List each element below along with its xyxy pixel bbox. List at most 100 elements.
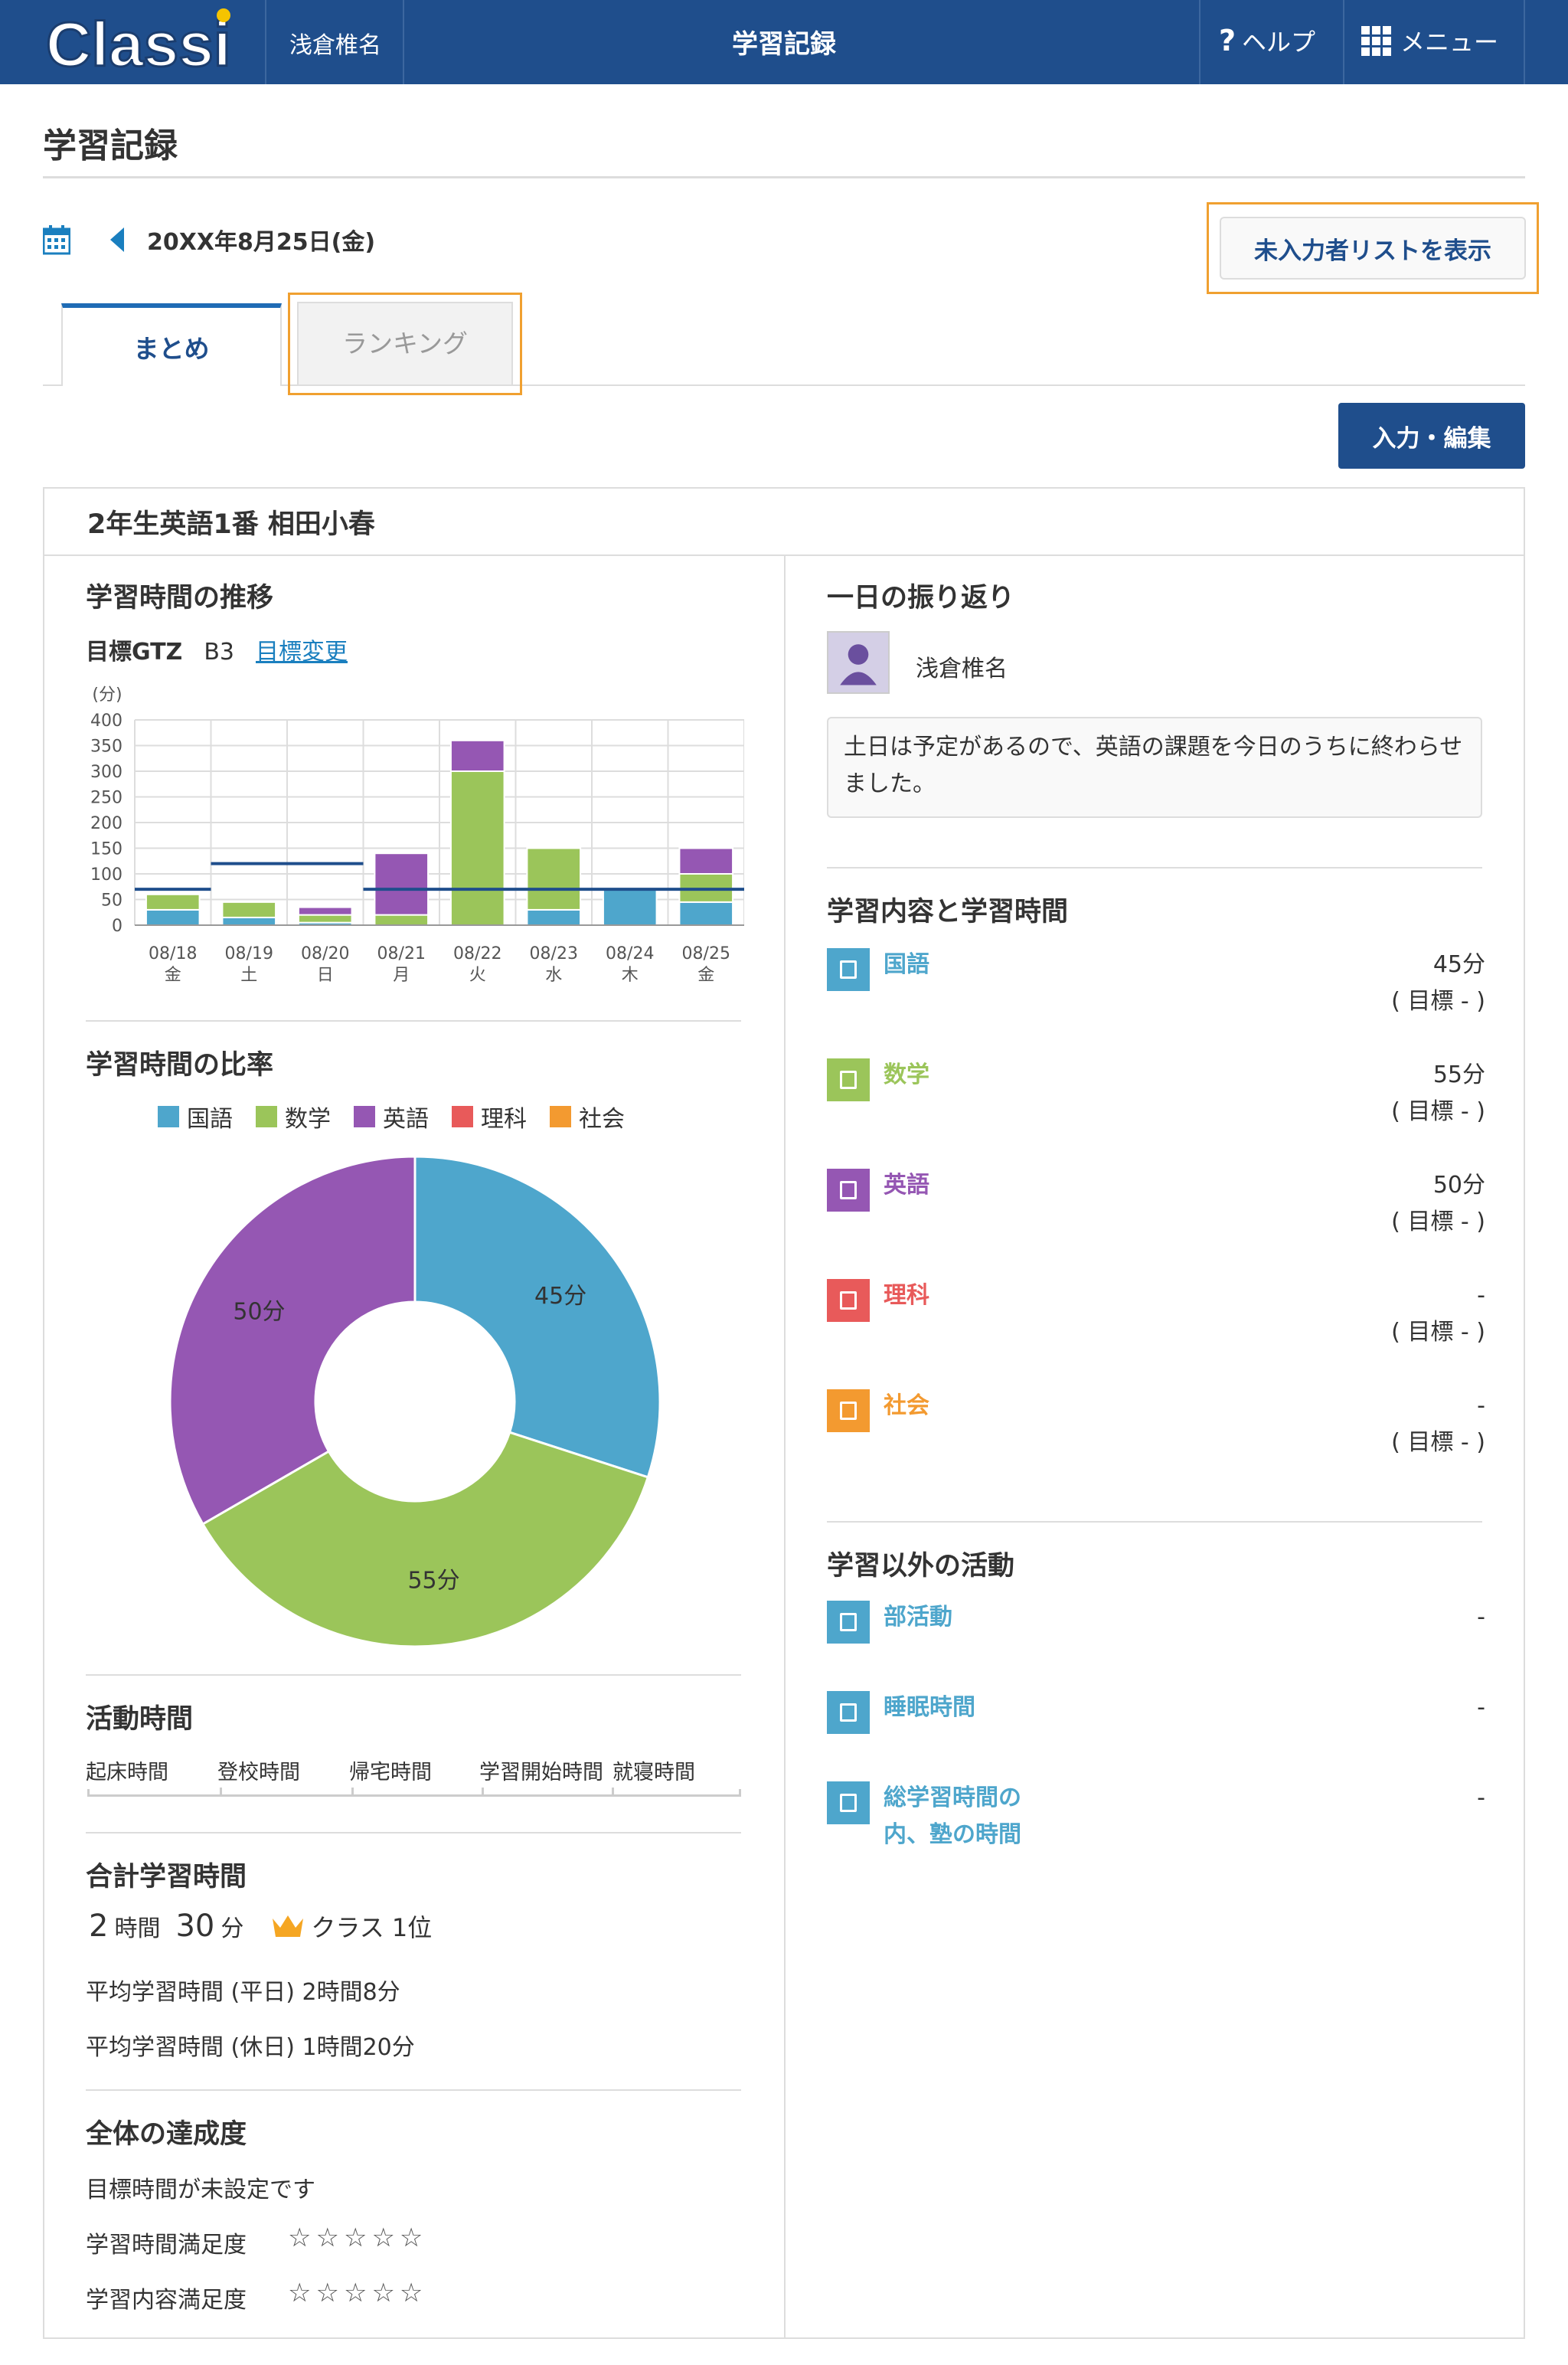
- donut-slice: [168, 1155, 416, 1526]
- book-icon: [827, 1279, 870, 1322]
- tab-summary[interactable]: まとめ: [61, 303, 282, 386]
- section-divider: [86, 1674, 741, 1676]
- time-satisfaction-label: 学習時間満足度: [86, 2232, 247, 2259]
- activity-label: 学習開始時間: [479, 1761, 603, 1784]
- y-tick-label: 100: [90, 865, 122, 885]
- book-icon: [827, 1601, 870, 1644]
- subject-time: 50分 ( 目標 - ): [1391, 1167, 1485, 1241]
- header-screen-title: 学習記録: [732, 29, 836, 60]
- goal-value: B3: [204, 639, 234, 666]
- menu-button[interactable]: メニュー: [1361, 23, 1498, 58]
- avg-weekday: 平均学習時間 (平日) 2時間8分: [86, 1979, 400, 2006]
- y-tick-label: 200: [90, 814, 122, 833]
- review-title: 一日の振り返り: [827, 583, 1015, 613]
- avg-holiday: 平均学習時間 (休日) 1時間20分: [86, 2034, 415, 2061]
- calendar-icon[interactable]: [43, 224, 70, 255]
- total-hours: 2: [89, 1909, 109, 1944]
- book-icon: [827, 1058, 870, 1101]
- goal-row: 目標GTZ B3 目標変更: [86, 633, 348, 666]
- subject-name: 国語: [884, 951, 929, 978]
- trend-title: 学習時間の推移: [86, 583, 274, 613]
- subject-row: 社会 - ( 目標 - ): [827, 1388, 1485, 1472]
- activity-label: 就寝時間: [612, 1761, 695, 1784]
- menu-label: メニュー: [1400, 28, 1499, 57]
- subject-minutes: 55分: [1432, 1061, 1485, 1088]
- subject-name: 数学: [884, 1061, 929, 1088]
- subject-time: 45分 ( 目標 - ): [1391, 947, 1485, 1020]
- y-tick-label: 50: [101, 891, 122, 911]
- bar-segment: [374, 914, 430, 927]
- subject-name: 社会: [884, 1392, 929, 1419]
- x-weekday-label: 日: [317, 966, 334, 985]
- previous-day-icon[interactable]: [110, 227, 124, 252]
- book-icon: [827, 1691, 870, 1734]
- subject-row: 理科 - ( 目標 - ): [827, 1277, 1485, 1362]
- content-satisfaction-label: 学習内容満足度: [86, 2287, 247, 2314]
- section-divider: [827, 867, 1482, 868]
- other-activity-value: -: [1477, 1784, 1485, 1811]
- subject-name: 理科: [884, 1282, 929, 1309]
- other-activity-value: -: [1477, 1694, 1485, 1721]
- help-button[interactable]: ? ヘルプ: [1219, 23, 1315, 58]
- book-icon: [827, 1781, 870, 1824]
- subject-goal: ( 目標 - ): [1391, 1209, 1485, 1235]
- bar-segment: [449, 739, 505, 773]
- bar-segment: [678, 847, 734, 875]
- header-divider: [403, 0, 404, 84]
- other-activity-name: 睡眠時間: [884, 1694, 975, 1721]
- subject-goal: ( 目標 - ): [1391, 1319, 1485, 1346]
- other-activity-title: 学習以外の活動: [827, 1551, 1015, 1582]
- show-unentered-list-button[interactable]: 未入力者リストを表示: [1220, 217, 1526, 280]
- classi-logo[interactable]: Classi: [43, 5, 247, 81]
- no-goal-message: 目標時間が未設定です: [86, 2177, 315, 2203]
- person-icon: [840, 644, 877, 685]
- grid-menu-icon: [1361, 25, 1391, 56]
- student-heading: 2年生英語1番 相田小春: [44, 489, 1524, 556]
- content-satisfaction-stars[interactable]: ☆☆☆☆☆: [288, 2278, 427, 2308]
- other-activity-cram: 総学習時間の内、塾の時間 -: [827, 1780, 1485, 1895]
- bar-segment: [221, 901, 277, 918]
- x-weekday-label: 金: [165, 966, 181, 985]
- subject-minutes: -: [1477, 1282, 1485, 1309]
- bar-segment: [145, 908, 201, 926]
- other-activity-value: -: [1477, 1604, 1485, 1631]
- question-icon: ?: [1219, 24, 1236, 57]
- bar-segment: [221, 916, 277, 927]
- bar-segment: [449, 770, 505, 926]
- y-tick-label: 350: [90, 738, 122, 757]
- minutes-unit: 分: [220, 1915, 244, 1942]
- input-edit-button[interactable]: 入力・編集: [1338, 403, 1525, 469]
- unentered-list-highlight: 未入力者リストを表示: [1207, 202, 1539, 294]
- content-title: 学習内容と学習時間: [827, 897, 1069, 927]
- book-icon: [827, 948, 870, 991]
- time-satisfaction-stars[interactable]: ☆☆☆☆☆: [288, 2223, 427, 2253]
- x-tick-label: 08/18: [149, 944, 197, 963]
- activity-title: 活動時間: [86, 1704, 194, 1735]
- tab-ranking[interactable]: ランキング: [297, 302, 513, 384]
- book-icon: [827, 1169, 870, 1212]
- study-time-trend-chart: (分) 0 50 100 150 200 250 300 350 400 08/18 金 08/19 土 0…: [90, 685, 744, 985]
- x-tick-label: 08/19: [225, 944, 273, 963]
- x-weekday-label: 火: [469, 966, 486, 985]
- bar-segment: [297, 906, 353, 916]
- header-user-name[interactable]: 浅倉椎名: [289, 26, 381, 60]
- class-rank: クラス 1位: [311, 1913, 433, 1942]
- avatar: [827, 631, 890, 694]
- ratio-title: 学習時間の比率: [86, 1050, 274, 1081]
- subject-row: 国語 45分 ( 目標 - ): [827, 947, 1485, 1031]
- x-tick-label: 08/25: [682, 944, 730, 963]
- goal-change-link[interactable]: 目標変更: [256, 633, 348, 666]
- bar-segment: [526, 908, 582, 926]
- y-tick-label: 300: [90, 763, 122, 782]
- y-tick-label: 250: [90, 789, 122, 808]
- y-tick-label: 150: [90, 840, 122, 859]
- bar-segment: [602, 888, 658, 927]
- other-activity-club: 部活動 -: [827, 1599, 1485, 1683]
- current-date: 20XX年8月25日(金): [147, 229, 376, 256]
- activity-timeline: [87, 1788, 741, 1797]
- subject-time: - ( 目標 - ): [1391, 1277, 1485, 1351]
- activity-label: 帰宅時間: [349, 1761, 432, 1784]
- section-divider: [86, 1020, 741, 1022]
- study-ratio-donut-chart: 45分 55分 50分: [168, 1155, 662, 1648]
- book-icon: [827, 1389, 870, 1432]
